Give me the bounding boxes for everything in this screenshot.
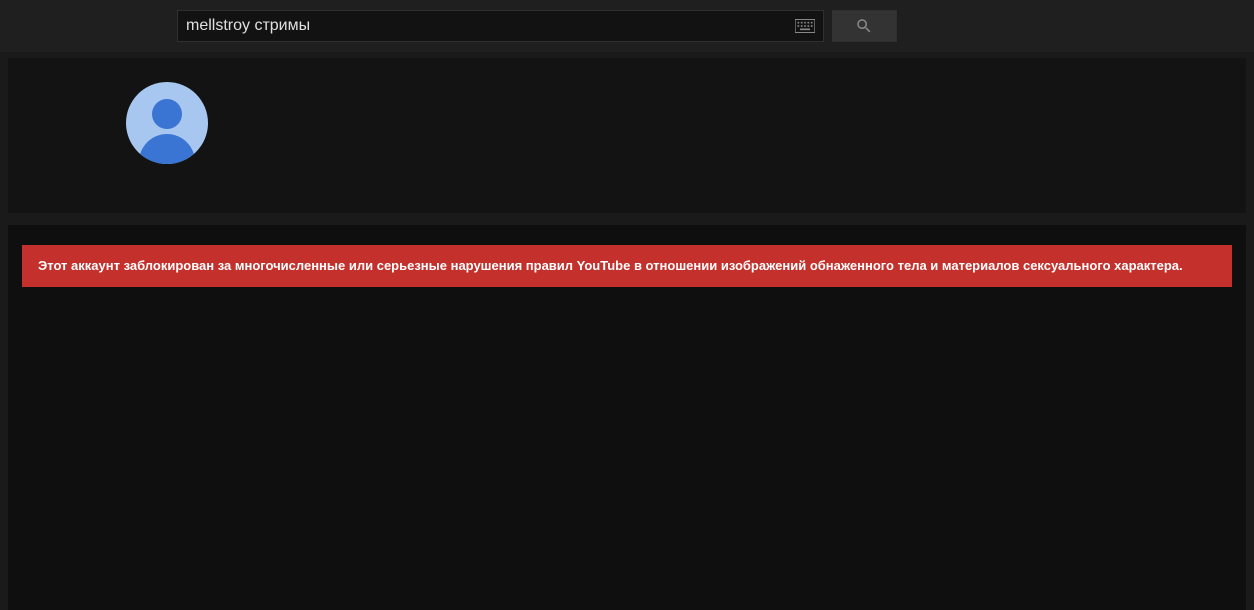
content-area: Этот аккаунт заблокирован за многочислен…	[8, 225, 1246, 610]
search-icon	[855, 17, 873, 35]
channel-header	[8, 58, 1246, 213]
search-container	[177, 10, 897, 42]
alert-banner: Этот аккаунт заблокирован за многочислен…	[22, 245, 1232, 287]
search-input-wrapper	[177, 10, 824, 42]
avatar	[126, 82, 208, 164]
avatar-body-icon	[139, 134, 195, 164]
keyboard-icon[interactable]	[795, 19, 815, 33]
search-input[interactable]	[186, 17, 787, 35]
top-bar	[0, 0, 1254, 52]
avatar-head-icon	[152, 99, 182, 129]
search-button[interactable]	[832, 10, 897, 42]
alert-message: Этот аккаунт заблокирован за многочислен…	[38, 258, 1183, 273]
